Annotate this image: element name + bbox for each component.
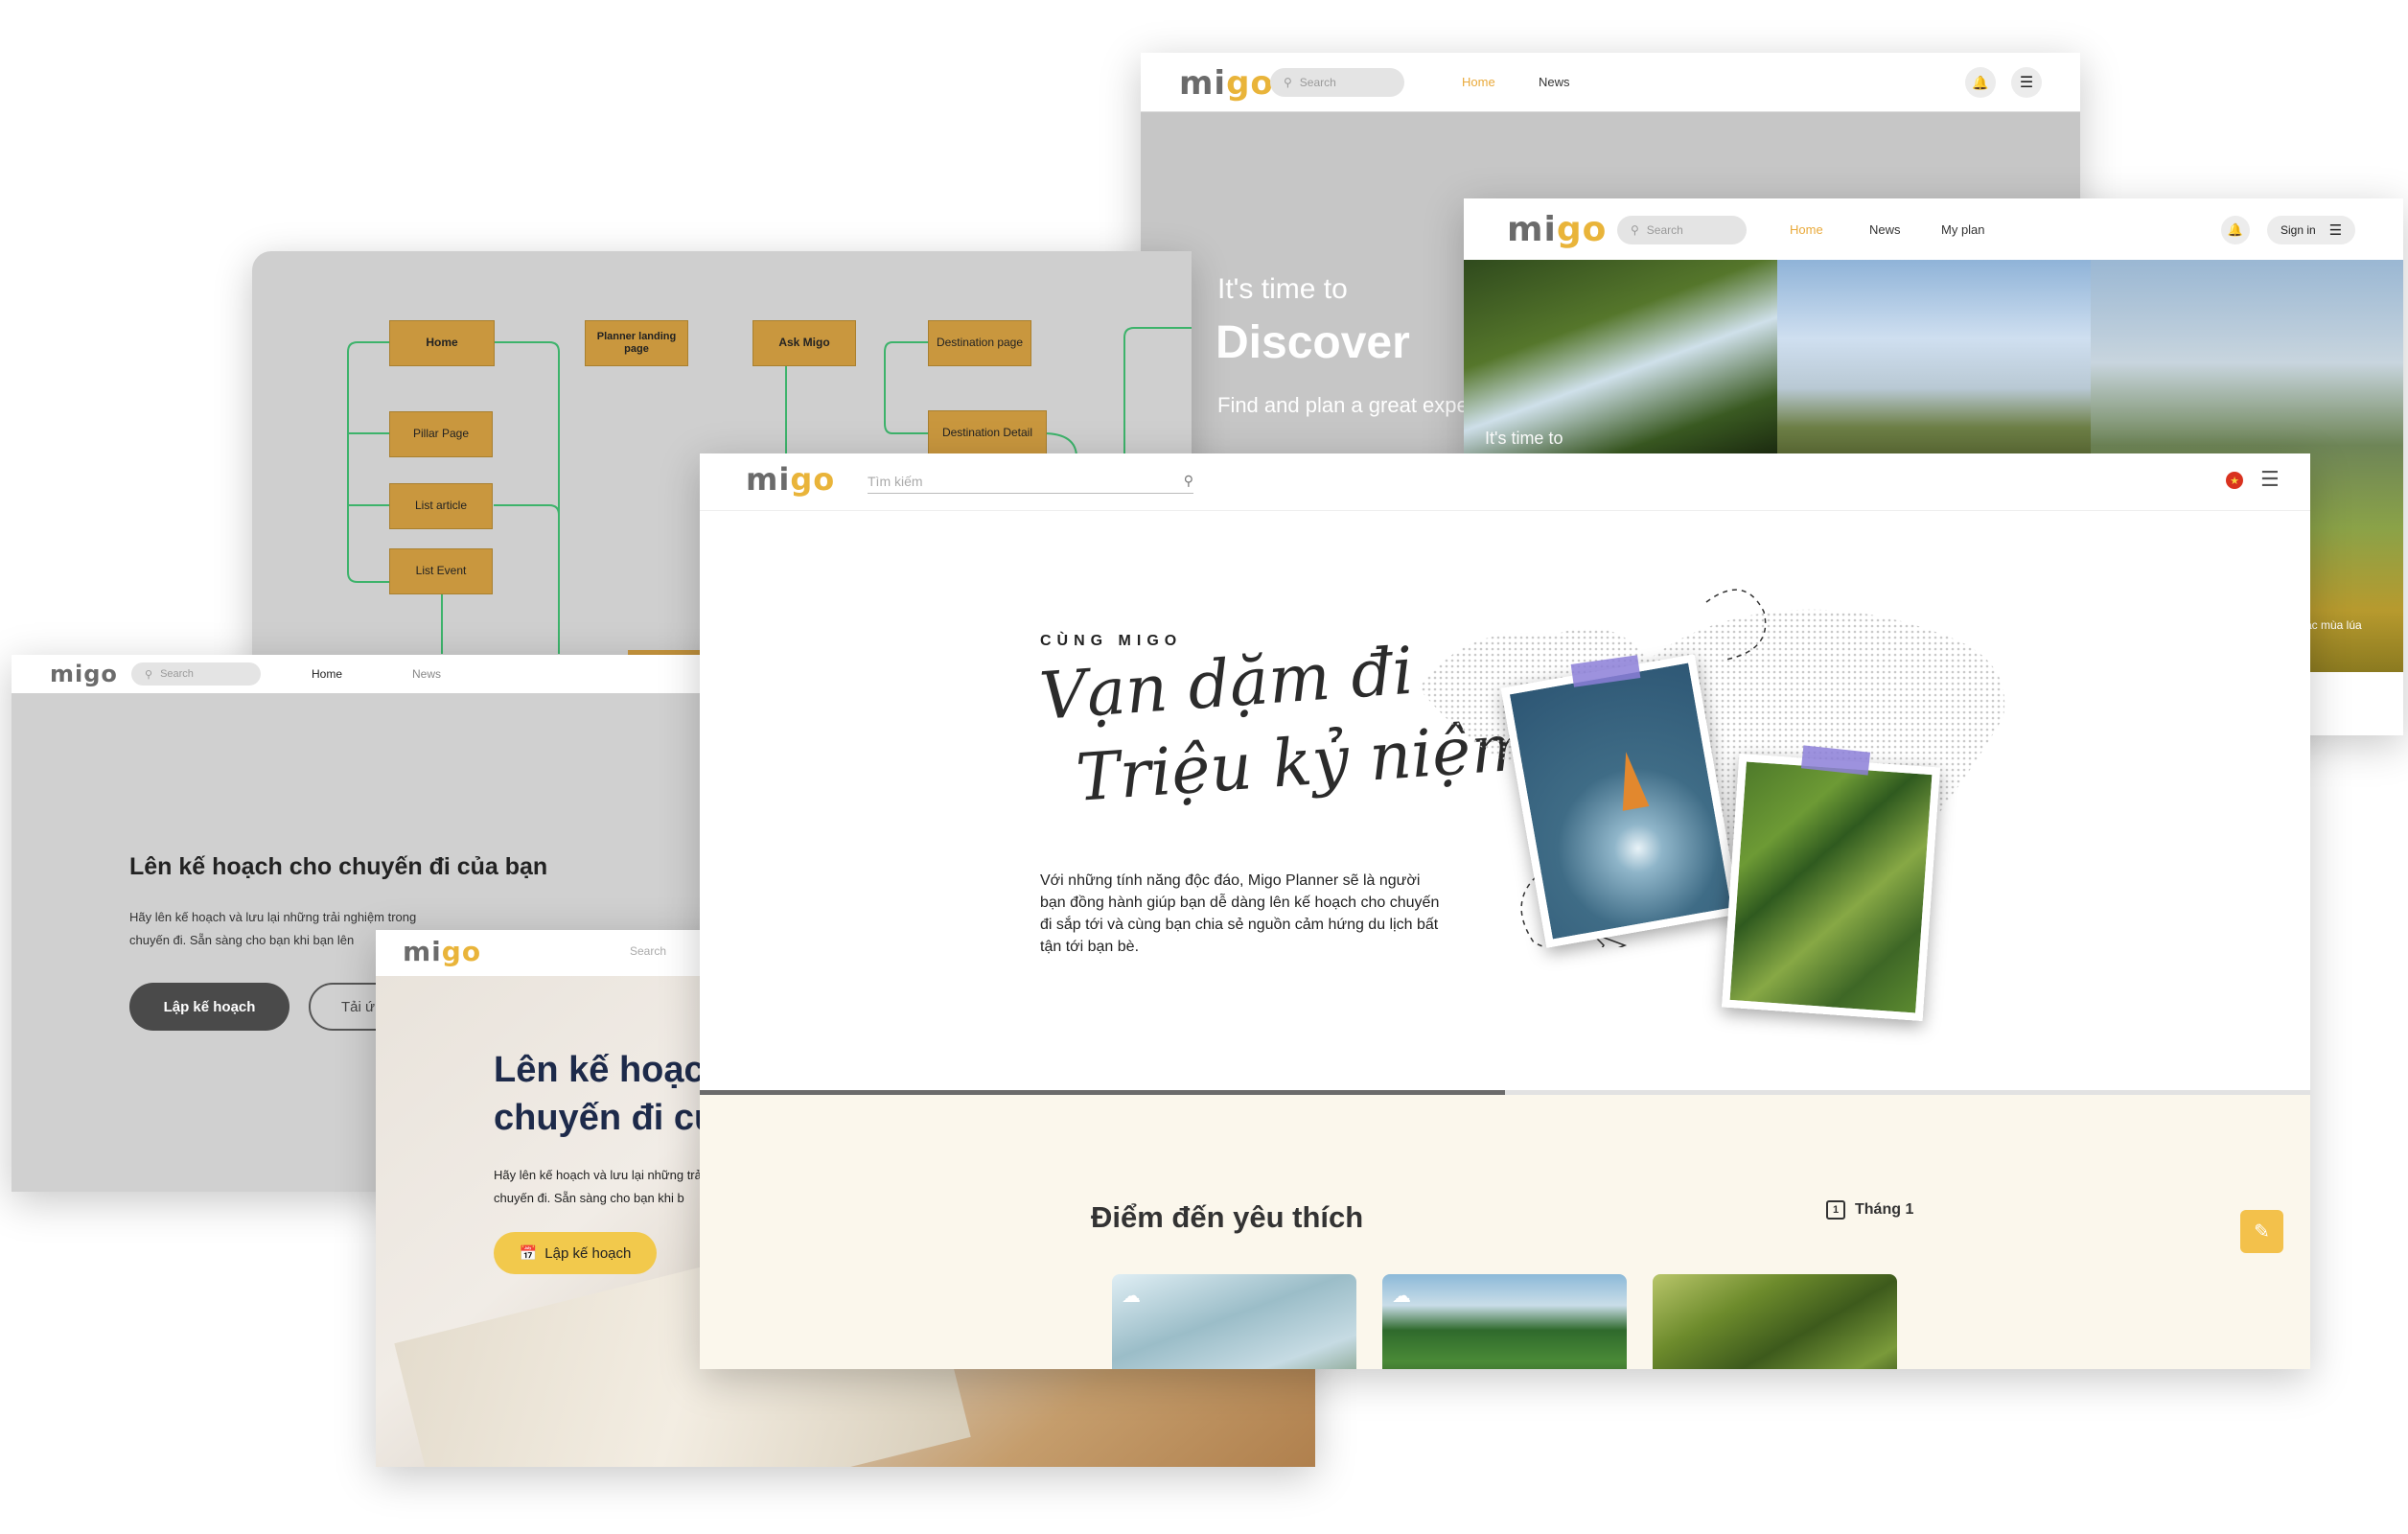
windsurf-sail	[1612, 749, 1650, 811]
bell-icon[interactable]: 🔔	[1965, 67, 1996, 98]
calendar-icon: 📅	[519, 1245, 538, 1262]
nav-home[interactable]: Home	[1790, 222, 1823, 237]
photo-ricefield	[1722, 753, 1940, 1022]
sitemap-box-list-event: List Event	[389, 548, 493, 594]
calendar-icon: 1	[1826, 1200, 1845, 1220]
language-flag-icon[interactable]: ★	[2226, 472, 2243, 489]
cloud-icon: ☁	[1392, 1286, 1411, 1307]
nav-news[interactable]: News	[1539, 75, 1570, 89]
search-icon: ⚲	[1183, 473, 1193, 488]
destination-card[interactable]: ☁	[1112, 1274, 1356, 1369]
search-icon: ⚲	[1284, 76, 1292, 89]
heading: Lên kế hoạch cho chuyến đi của bạn	[129, 853, 548, 880]
nav-news[interactable]: News	[1869, 222, 1901, 237]
nav-home[interactable]: Home	[312, 667, 342, 681]
search-icon: ⚲	[1631, 223, 1639, 237]
nav-home[interactable]: Home	[1462, 75, 1495, 89]
menu-icon[interactable]: ☰	[2260, 467, 2280, 492]
search-input[interactable]: ⚲ Search	[1617, 216, 1747, 244]
search-input[interactable]: Tìm kiếm ⚲	[868, 469, 1193, 494]
cloud-icon: ☁	[1122, 1286, 1141, 1307]
bell-icon[interactable]: 🔔	[2221, 216, 2250, 244]
signin-button[interactable]: Sign in ☰	[2267, 216, 2355, 244]
hero-sub-text: Find and plan a great expe	[1217, 393, 1469, 417]
hero-big-text: Discover	[1216, 317, 1410, 368]
sitemap-box-planner: Planner landing page	[585, 320, 688, 366]
search-icon: ⚲	[145, 668, 153, 681]
destination-card[interactable]: ☁	[1382, 1274, 1627, 1369]
menu-icon: ☰	[2328, 222, 2343, 239]
overlay-text: It's time to	[1485, 429, 1563, 448]
logo[interactable]: migo	[50, 661, 118, 687]
nav-news[interactable]: News	[412, 667, 441, 681]
eyebrow: CÙNG MIGO	[1040, 633, 1183, 649]
plan-cta-button[interactable]: 📅 Lập kế hoạch	[494, 1232, 657, 1274]
sitemap-box-pillar: Pillar Page	[389, 411, 493, 457]
month-selector[interactable]: 1 Tháng 1	[1826, 1200, 1913, 1220]
screen-main: migo Tìm kiếm ⚲ ★ ☰ CÙNG MIGO Vạn dặm đi…	[700, 453, 2310, 1369]
search-input[interactable]: ⚲ Search	[1270, 68, 1404, 97]
body-line-2: chuyến đi. Sẵn sàng cho bạn khi bạn lên	[129, 933, 355, 947]
nav-my-plan[interactable]: My plan	[1941, 222, 1985, 237]
menu-icon[interactable]: ☰	[2011, 67, 2042, 98]
heading-line-2: chuyến đi củ	[494, 1098, 717, 1138]
header-bar: migo ⚲ Search Home News My plan 🔔 Sign i…	[1464, 198, 2403, 260]
logo[interactable]: migo	[403, 936, 481, 967]
plan-button[interactable]: Lập kế hoạch	[129, 983, 289, 1031]
sitemap-box-list-article: List article	[389, 483, 493, 529]
favorites-section: Điểm đến yêu thích 1 Tháng 1 ✎ ☁ ☁	[700, 1095, 2310, 1369]
hero-description: Với những tính năng độc đáo, Migo Planne…	[1040, 872, 1440, 955]
body-line-1: Hãy lên kế hoạch và lưu lại những trải n…	[129, 910, 417, 924]
logo[interactable]: migo	[746, 461, 835, 498]
destination-card[interactable]	[1653, 1274, 1897, 1369]
sitemap-box-home: Home	[389, 320, 495, 366]
header-bar: migo ⚲ Search Home News 🔔 ☰	[1141, 53, 2080, 112]
section-title: Điểm đến yêu thích	[1091, 1200, 1364, 1234]
photo-sky	[1777, 260, 2091, 457]
sitemap-box-dest-detail: Destination Detail	[928, 410, 1047, 456]
logo[interactable]: migo	[1507, 210, 1607, 249]
body-line-2: chuyến đi. Sẵn sàng cho bạn khi b	[494, 1191, 684, 1205]
edit-button[interactable]: ✎	[2240, 1210, 2283, 1253]
sitemap-box-ask: Ask Migo	[752, 320, 856, 366]
search-input[interactable]: ⚲ Search	[131, 662, 261, 686]
sitemap-box-dest-page: Destination page	[928, 320, 1031, 366]
search-input[interactable]: Search	[630, 944, 666, 958]
heading-line-1: Lên kế hoạc	[494, 1050, 705, 1090]
logo[interactable]: migo	[1179, 64, 1274, 103]
hero-small-text: It's time to	[1217, 273, 1348, 305]
header-bar: migo Tìm kiếm ⚲ ★ ☰	[700, 453, 2310, 511]
photo-caption: ặc mùa lúa	[2305, 618, 2362, 632]
